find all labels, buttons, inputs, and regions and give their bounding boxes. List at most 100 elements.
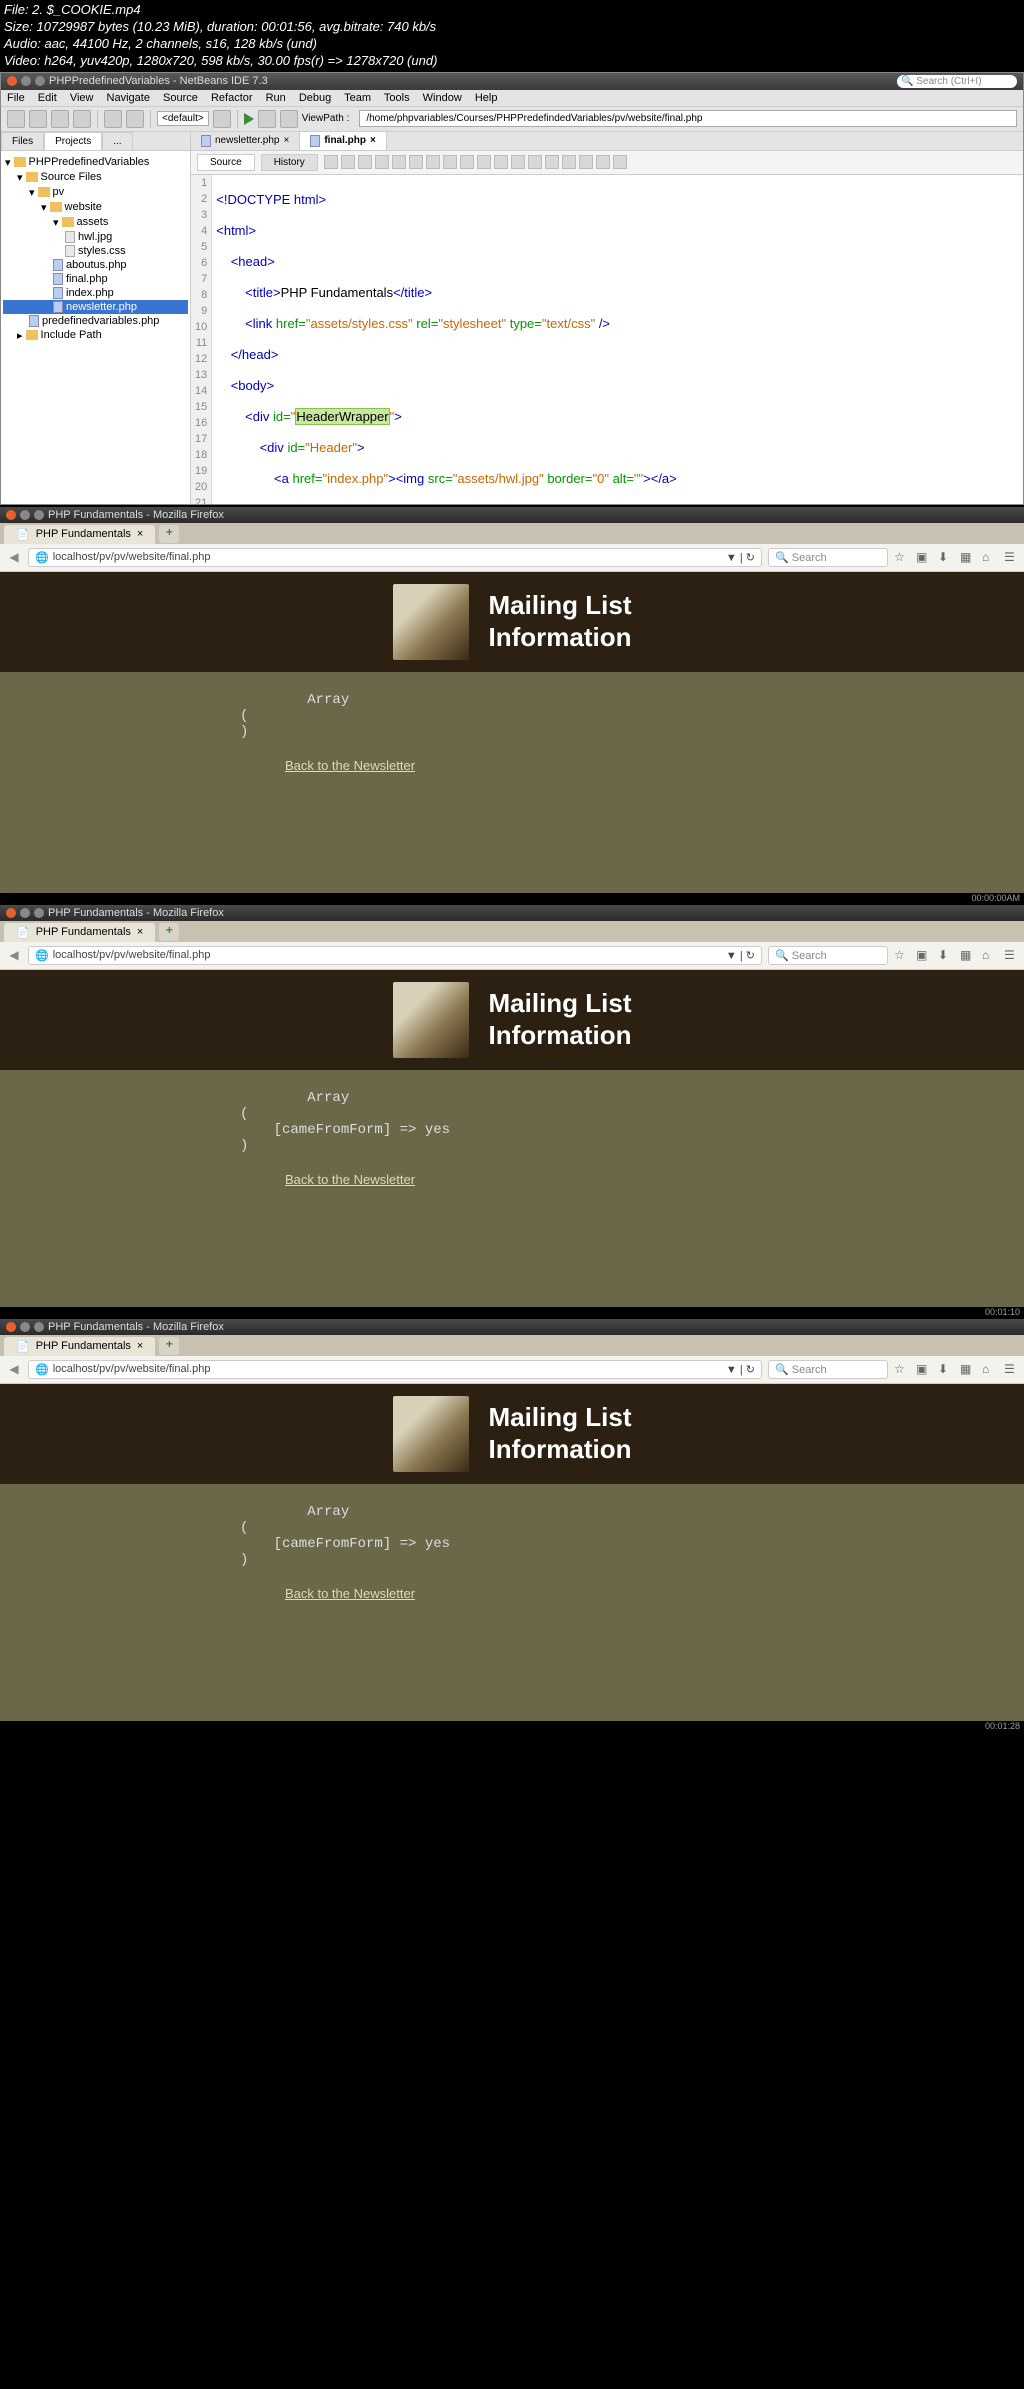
- toolbar-icon[interactable]: [341, 155, 355, 169]
- search-bar[interactable]: 🔍 Search: [768, 946, 888, 965]
- toolbar-icon[interactable]: [409, 155, 423, 169]
- puzzle-icon[interactable]: ▦: [960, 550, 974, 564]
- close-tab-icon[interactable]: ×: [137, 1340, 143, 1352]
- new-tab-button[interactable]: +: [159, 923, 179, 941]
- toolbar-icon[interactable]: [477, 155, 491, 169]
- close-dot[interactable]: [6, 908, 16, 918]
- code-content[interactable]: <!DOCTYPE html> <html> <head> <title>PHP…: [212, 175, 681, 504]
- menu-team[interactable]: Team: [344, 92, 371, 104]
- tab-newsletter[interactable]: newsletter.php ×: [191, 132, 300, 150]
- puzzle-icon[interactable]: ▦: [960, 1362, 974, 1376]
- menu-view[interactable]: View: [70, 92, 94, 104]
- browser-tab[interactable]: 📄 PHP Fundamentals ×: [4, 1337, 155, 1356]
- browser-tab[interactable]: 📄 PHP Fundamentals ×: [4, 525, 155, 544]
- download-icon[interactable]: ⬇: [938, 550, 952, 564]
- toolbar-icon[interactable]: [579, 155, 593, 169]
- toolbar-icon[interactable]: [511, 155, 525, 169]
- tree-newsletter[interactable]: newsletter.php: [3, 300, 188, 314]
- portrait-image[interactable]: [393, 584, 469, 660]
- menu-debug[interactable]: Debug: [299, 92, 331, 104]
- tree-final[interactable]: final.php: [3, 272, 188, 286]
- menu-edit[interactable]: Edit: [38, 92, 57, 104]
- save-icon[interactable]: [73, 110, 91, 128]
- code-area[interactable]: 1234567891011121314151617181920212223242…: [191, 175, 1023, 504]
- max-dot[interactable]: [34, 510, 44, 520]
- back-icon[interactable]: ◀: [6, 1361, 22, 1377]
- download-icon[interactable]: ⬇: [938, 948, 952, 962]
- menu-help[interactable]: Help: [475, 92, 498, 104]
- tab-final[interactable]: final.php ×: [300, 132, 387, 150]
- back-icon[interactable]: ◀: [6, 549, 22, 565]
- menu-file[interactable]: File: [7, 92, 25, 104]
- new-tab-button[interactable]: +: [159, 1337, 179, 1355]
- tree-assets[interactable]: ▾ assets: [3, 215, 188, 230]
- search-bar[interactable]: 🔍 Search: [768, 548, 888, 567]
- star-icon[interactable]: ☆: [894, 1362, 908, 1376]
- tree-pv[interactable]: ▾ pv: [3, 185, 188, 200]
- home-icon[interactable]: ⌂: [982, 1362, 996, 1376]
- box-icon[interactable]: ▣: [916, 1362, 930, 1376]
- undo-icon[interactable]: [104, 110, 122, 128]
- toolbar-icon[interactable]: [494, 155, 508, 169]
- close-tab-icon[interactable]: ×: [137, 926, 143, 938]
- toolbar-icon[interactable]: [596, 155, 610, 169]
- toolbar-icon[interactable]: [528, 155, 542, 169]
- source-btn[interactable]: Source: [197, 154, 255, 171]
- menu-icon[interactable]: ☰: [1004, 550, 1018, 564]
- debug-icon[interactable]: [258, 110, 276, 128]
- profile-icon[interactable]: [280, 110, 298, 128]
- build-icon[interactable]: [213, 110, 231, 128]
- toolbar-icon[interactable]: [443, 155, 457, 169]
- toolbar-icon[interactable]: [392, 155, 406, 169]
- toolbar-icon[interactable]: [426, 155, 440, 169]
- tree-src[interactable]: ▾ Source Files: [3, 170, 188, 185]
- ide-search[interactable]: 🔍 Search (Ctrl+I): [897, 75, 1017, 88]
- tree-index[interactable]: index.php: [3, 286, 188, 300]
- home-icon[interactable]: ⌂: [982, 550, 996, 564]
- box-icon[interactable]: ▣: [916, 550, 930, 564]
- home-icon[interactable]: ⌂: [982, 948, 996, 962]
- history-btn[interactable]: History: [261, 154, 318, 171]
- toolbar-icon[interactable]: [460, 155, 474, 169]
- search-bar[interactable]: 🔍 Search: [768, 1360, 888, 1379]
- url-bar[interactable]: 🌐 localhost/pv/pv/website/final.php▼ | ↻: [28, 1360, 762, 1379]
- redo-icon[interactable]: [126, 110, 144, 128]
- close-dot[interactable]: [7, 76, 17, 86]
- min-dot[interactable]: [20, 510, 30, 520]
- puzzle-icon[interactable]: ▦: [960, 948, 974, 962]
- max-dot[interactable]: [35, 76, 45, 86]
- min-dot[interactable]: [20, 1322, 30, 1332]
- menu-run[interactable]: Run: [266, 92, 286, 104]
- toolbar-icon[interactable]: [562, 155, 576, 169]
- back-link[interactable]: Back to the Newsletter: [150, 1172, 550, 1187]
- download-icon[interactable]: ⬇: [938, 1362, 952, 1376]
- menu-refactor[interactable]: Refactor: [211, 92, 253, 104]
- new-project-icon[interactable]: [29, 110, 47, 128]
- menu-icon[interactable]: ☰: [1004, 948, 1018, 962]
- files-tab[interactable]: Files: [1, 132, 44, 150]
- toolbar-icon[interactable]: [613, 155, 627, 169]
- portrait-image[interactable]: [393, 982, 469, 1058]
- menu-tools[interactable]: Tools: [384, 92, 410, 104]
- url-bar[interactable]: 🌐 localhost/pv/pv/website/final.php▼ | ↻: [28, 946, 762, 965]
- tree-aboutus[interactable]: aboutus.php: [3, 258, 188, 272]
- menu-navigate[interactable]: Navigate: [107, 92, 150, 104]
- tree-include[interactable]: ▸ Include Path: [3, 328, 188, 343]
- run-icon[interactable]: [244, 113, 254, 125]
- min-dot[interactable]: [21, 76, 31, 86]
- toolbar-icon[interactable]: [324, 155, 338, 169]
- tree-predef[interactable]: predefinedvariables.php: [3, 314, 188, 328]
- menu-source[interactable]: Source: [163, 92, 198, 104]
- back-link[interactable]: Back to the Newsletter: [150, 758, 550, 773]
- portrait-image[interactable]: [393, 1396, 469, 1472]
- menu-icon[interactable]: ☰: [1004, 1362, 1018, 1376]
- box-icon[interactable]: ▣: [916, 948, 930, 962]
- star-icon[interactable]: ☆: [894, 550, 908, 564]
- more-tab[interactable]: ...: [102, 132, 132, 150]
- tree-hwl[interactable]: hwl.jpg: [3, 230, 188, 244]
- max-dot[interactable]: [34, 1322, 44, 1332]
- toolbar-icon[interactable]: [358, 155, 372, 169]
- back-icon[interactable]: ◀: [6, 947, 22, 963]
- close-tab-icon[interactable]: ×: [137, 528, 143, 540]
- config-select[interactable]: <default>: [157, 111, 209, 126]
